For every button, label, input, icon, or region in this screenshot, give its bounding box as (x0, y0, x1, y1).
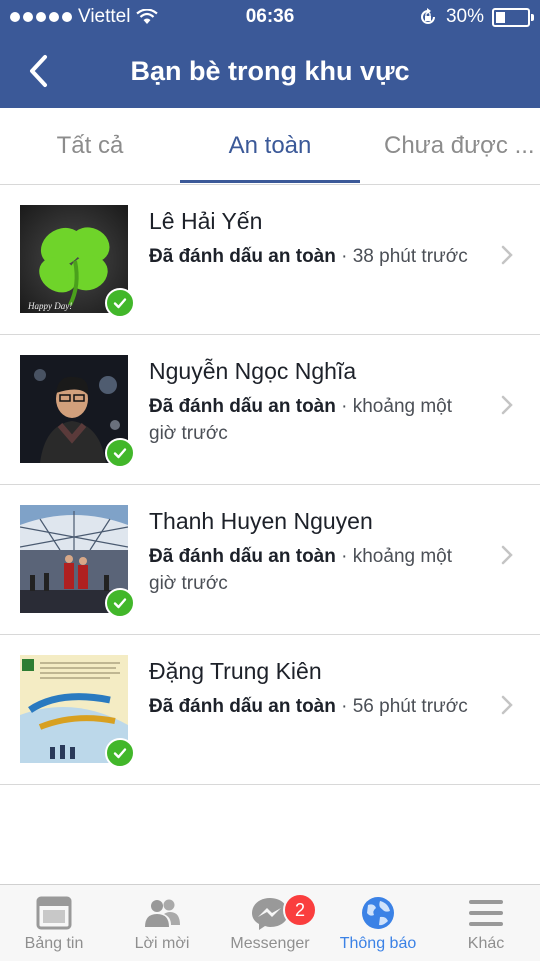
globe-icon (362, 897, 394, 929)
nav-newsfeed[interactable]: Bảng tin (0, 885, 108, 961)
friend-row[interactable]: Thanh Huyen Nguyen Đã đánh dấu an toàn ·… (0, 484, 540, 635)
status-bar: Viettel 06:36 30% (0, 0, 540, 36)
avatar: Happy Day! (20, 205, 135, 318)
avatar (20, 655, 135, 768)
avatar (20, 505, 135, 618)
nav-friend-requests[interactable]: Lời mời (108, 885, 216, 961)
battery-icon (492, 7, 534, 27)
friend-name: Lê Hải Yến (149, 208, 263, 234)
chevron-right-icon (501, 395, 513, 415)
tab-all[interactable]: Tất cả (0, 108, 180, 184)
safety-status: Đã đánh dấu an toàn · 56 phút trước (149, 696, 468, 717)
nav-label: Messenger (230, 935, 310, 952)
battery-area: 30% (418, 6, 534, 28)
nav-more[interactable]: Khác (432, 885, 540, 961)
page-title: Bạn bè trong khu vực (130, 56, 410, 86)
friend-row[interactable]: Nguyễn Ngọc Nghĩa Đã đánh dấu an toàn · … (0, 334, 540, 485)
tab-safe[interactable]: An toàn (180, 108, 360, 184)
nav-messenger[interactable]: 2 Messenger (216, 885, 324, 961)
friend-requests-icon (145, 899, 180, 927)
nav-label: Lời mời (134, 935, 190, 952)
nav-bar: Bạn bè trong khu vực (0, 36, 540, 108)
battery-percent: 30% (445, 6, 484, 27)
safety-status: Đã đánh dấu an toàn · khoảng một giờ trư… (149, 546, 453, 594)
bottom-tab-bar: Bảng tin Lời mời 2 Messenger Thông báo K… (0, 884, 540, 961)
chevron-right-icon (501, 545, 513, 565)
nav-label: Thông báo (339, 935, 417, 952)
safe-check-icon (105, 288, 135, 318)
chevron-right-icon (501, 695, 513, 715)
rotation-lock-icon (421, 8, 435, 24)
friend-row[interactable]: Đặng Trung Kiên Đã đánh dấu an toàn · 56… (0, 634, 540, 785)
safe-check-icon (105, 738, 135, 768)
safe-check-icon (105, 438, 135, 468)
header-bar: Viettel 06:36 30% Bạn bè trong khu vực (0, 0, 540, 108)
filter-tabs: Tất cả An toàn Chưa được ... (0, 108, 540, 185)
friend-name: Thanh Huyen Nguyen (149, 508, 373, 534)
safe-check-icon (105, 588, 135, 618)
chevron-right-icon (501, 245, 513, 265)
nav-label: Khác (467, 935, 505, 952)
nav-notifications[interactable]: Thông báo (324, 885, 432, 961)
menu-icon (469, 900, 503, 926)
safety-status: Đã đánh dấu an toàn · khoảng một giờ trư… (149, 396, 453, 444)
safety-status: Đã đánh dấu an toàn · 38 phút trước (149, 246, 468, 267)
active-tab-indicator (180, 180, 360, 183)
notification-badge: 2 (283, 893, 317, 927)
friend-name: Đặng Trung Kiên (149, 658, 322, 684)
nav-label: Bảng tin (24, 935, 84, 952)
avatar (20, 355, 135, 468)
svg-text:Happy Day!: Happy Day! (27, 301, 72, 311)
newsfeed-icon (36, 896, 72, 930)
tab-not-marked[interactable]: Chưa được ... (360, 108, 540, 184)
friend-name: Nguyễn Ngọc Nghĩa (149, 358, 357, 384)
friend-row[interactable]: Happy Day! Lê Hải Yến Đã đánh dấu an toà… (0, 184, 540, 335)
